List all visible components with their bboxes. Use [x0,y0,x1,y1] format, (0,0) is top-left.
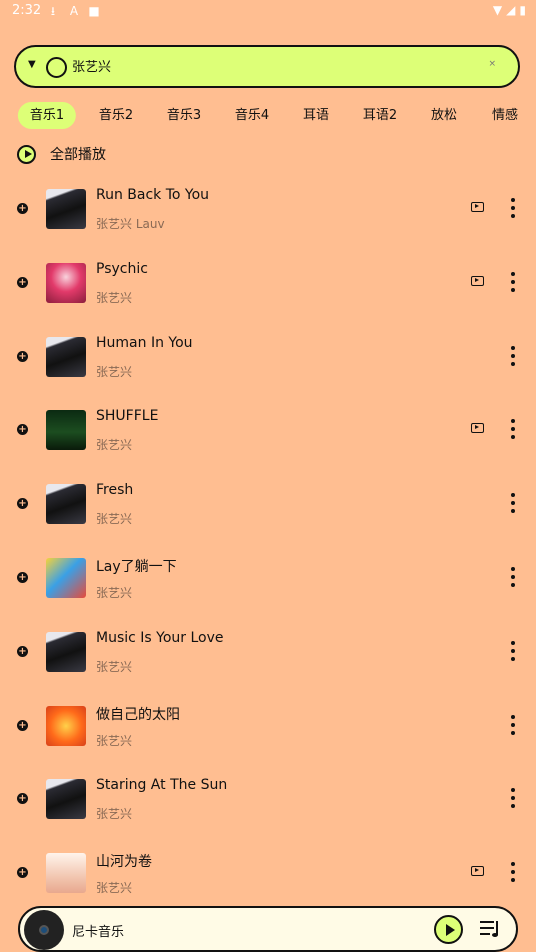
song-row[interactable]: + Human In You 张艺兴 [0,321,536,395]
play-button[interactable] [434,915,463,944]
album-cover [46,779,86,820]
more-options-icon[interactable] [509,714,517,735]
add-icon[interactable]: + [17,867,28,879]
album-cover [46,410,86,451]
song-artist: 张艺兴 Lauv [96,217,165,231]
play-all-label: 全部播放 [50,147,106,163]
song-row[interactable]: + Psychic 张艺兴 [0,247,536,321]
album-cover [46,558,86,598]
album-cover [46,631,86,672]
song-title: Run Back To You [96,187,210,203]
font-icon: A [69,4,79,18]
mv-icon[interactable] [471,202,484,212]
more-options-icon[interactable] [509,271,517,292]
search-bar[interactable]: ▼ × [14,45,520,88]
tab-5[interactable]: 耳语 [291,102,341,129]
tab-4[interactable]: 音乐4 [223,102,281,129]
wifi-icon: ▼ [492,3,503,17]
search-input[interactable] [72,58,472,73]
song-title: Music Is Your Love [96,629,224,646]
more-options-icon[interactable] [509,567,517,587]
song-artist: 张艺兴 [96,733,133,748]
song-artist: 张艺兴 [96,807,133,822]
song-row[interactable]: + 山河为卷张艺兴 [0,837,536,911]
mini-player[interactable]: 尼卡音乐 [18,906,518,952]
song-title: Lay了躺一下 [96,559,177,575]
song-row[interactable]: + Run Back To You 张艺兴 Lauv [0,173,536,247]
mv-icon[interactable] [471,275,484,286]
clear-icon[interactable]: × [488,59,496,69]
song-artist: 张艺兴 [96,659,133,674]
add-icon[interactable]: + [17,203,28,214]
song-title: Fresh [96,482,134,499]
add-icon[interactable]: + [17,645,28,657]
add-icon[interactable]: + [17,276,28,288]
song-artist: 张艺兴 [96,586,133,600]
more-options-icon[interactable] [509,419,517,440]
album-cover [46,336,86,377]
battery-icon: ▮ [519,3,526,17]
song-title: SHUFFLE [96,408,159,425]
song-title: Human In You [96,334,193,351]
more-options-icon[interactable] [509,640,517,661]
song-artist: 张艺兴 [96,881,133,896]
song-row[interactable]: + Lay了躺一下 张艺兴 [0,542,536,616]
category-tabs: 音乐1 音乐2 音乐3 音乐4 耳语 耳语2 放松 情感 [0,102,536,130]
search-circle-icon [46,57,67,78]
playlist-icon[interactable] [480,919,502,939]
tab-2[interactable]: 音乐2 [87,102,145,129]
song-row[interactable]: + SHUFFLE 张艺兴 [0,394,536,468]
song-artist: 张艺兴 [96,438,133,453]
add-icon[interactable]: + [17,719,28,731]
vinyl-disc-icon [24,910,64,950]
play-all-button[interactable]: 全部播放 [17,142,106,166]
song-title: Psychic [96,260,148,277]
tab-7[interactable]: 放松 [419,102,469,129]
mv-icon[interactable] [471,866,484,877]
tab-3[interactable]: 音乐3 [155,102,213,129]
album-cover [46,484,86,525]
more-options-icon[interactable] [509,862,517,883]
song-title: 做自己的太阳 [96,706,180,723]
song-title: 山河为卷 [96,854,152,871]
tab-1[interactable]: 音乐1 [17,102,77,129]
album-cover [46,853,86,894]
add-icon[interactable]: + [17,498,28,510]
song-title: Staring At The Sun [96,777,228,794]
add-icon[interactable]: + [17,424,28,436]
add-icon[interactable]: + [17,793,28,805]
dropdown-caret-icon[interactable]: ▼ [28,59,36,70]
more-options-icon[interactable] [509,345,517,366]
download-icon: ⭳ [50,4,56,18]
player-title: 尼卡音乐 [72,925,125,940]
song-artist: 张艺兴 [96,512,133,527]
song-row[interactable]: + Staring At The Sun 张艺兴 [0,763,536,837]
status-time: 2:32 [12,3,42,18]
add-icon[interactable]: + [17,350,28,362]
play-circle-icon [17,144,36,164]
more-options-icon[interactable] [509,493,517,514]
status-bar: 2:32 ⭳ A ■ ▼ ◢ ▮ [0,0,536,24]
album-cover [46,705,86,746]
tab-8[interactable]: 情感 [480,102,530,129]
tab-6[interactable]: 耳语2 [351,102,409,129]
add-icon[interactable]: + [17,572,28,583]
more-options-icon[interactable] [509,788,517,809]
more-options-icon[interactable] [509,198,517,218]
song-row[interactable]: + 做自己的太阳 张艺兴 [0,690,536,764]
song-row[interactable]: + Fresh 张艺兴 [0,468,536,542]
song-artist: 张艺兴 [96,364,133,379]
song-row[interactable]: + Music Is Your Love 张艺兴 [0,616,536,690]
signal-icon: ◢ [506,3,516,17]
mv-icon[interactable] [471,423,484,434]
app-icon: ■ [88,4,100,18]
album-cover [46,262,86,303]
song-artist: 张艺兴 [96,290,133,305]
album-cover [46,189,86,229]
